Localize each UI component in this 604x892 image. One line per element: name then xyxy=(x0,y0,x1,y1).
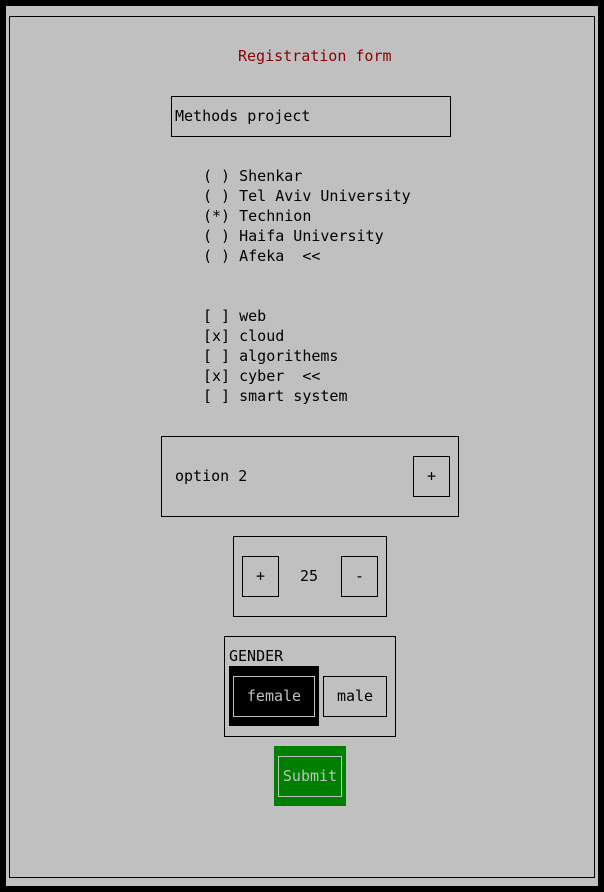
radio-mark: ( ) xyxy=(203,167,231,185)
checkbox-mark: [ ] xyxy=(203,387,231,405)
focus-cursor: << xyxy=(284,247,321,265)
checkbox-label: cloud xyxy=(239,327,285,345)
radio-option-afeka[interactable]: ( ) Afeka << xyxy=(203,246,411,266)
radio-option-tel-aviv-university[interactable]: ( ) Tel Aviv University xyxy=(203,186,411,206)
gender-male-button[interactable]: male xyxy=(323,676,387,717)
radio-label: Technion xyxy=(239,207,312,225)
checkbox-mark: [x] xyxy=(203,327,231,345)
radio-label: Afeka xyxy=(239,247,285,265)
gender-female-button[interactable]: female xyxy=(233,676,315,717)
checkbox-mark: [ ] xyxy=(203,307,231,325)
checkbox-mark: [x] xyxy=(203,367,231,385)
checkbox-option-web[interactable]: [ ] web xyxy=(203,306,348,326)
stepper-value: 25 xyxy=(300,567,319,585)
checkbox-mark: [ ] xyxy=(203,347,231,365)
stepper-decrement-button[interactable]: - xyxy=(341,556,378,597)
form-title: Registration form xyxy=(238,47,392,65)
focus-cursor: << xyxy=(284,367,321,385)
terminal-screen: Registration form Methods project ( ) Sh… xyxy=(0,0,604,892)
submit-button[interactable]: Submit xyxy=(278,756,342,797)
radio-option-shenkar[interactable]: ( ) Shenkar xyxy=(203,166,411,186)
topic-checkbox-group: [ ] web [x] cloud [ ] algorithems [x] cy… xyxy=(203,306,348,406)
checkbox-option-cyber[interactable]: [x] cyber << xyxy=(203,366,348,386)
radio-mark: ( ) xyxy=(203,187,231,205)
checkbox-label: cyber xyxy=(239,367,285,385)
radio-option-haifa-university[interactable]: ( ) Haifa University xyxy=(203,226,411,246)
checkbox-option-smart-system[interactable]: [ ] smart system xyxy=(203,386,348,406)
checkbox-label: smart system xyxy=(239,387,348,405)
project-name-value: Methods project xyxy=(175,107,311,125)
gender-label: GENDER xyxy=(229,647,284,665)
checkbox-label: algorithems xyxy=(239,347,339,365)
checkbox-option-cloud[interactable]: [x] cloud xyxy=(203,326,348,346)
dropdown-expand-button[interactable]: + xyxy=(413,456,450,497)
checkbox-label: web xyxy=(239,307,267,325)
radio-mark: ( ) xyxy=(203,247,231,265)
radio-label: Tel Aviv University xyxy=(239,187,411,205)
university-radio-group: ( ) Shenkar ( ) Tel Aviv University (*) … xyxy=(203,166,411,266)
checkbox-option-algorithems[interactable]: [ ] algorithems xyxy=(203,346,348,366)
radio-option-technion[interactable]: (*) Technion xyxy=(203,206,411,226)
dropdown-selected-value: option 2 xyxy=(175,467,248,485)
radio-mark: (*) xyxy=(203,207,231,225)
stepper-increment-button[interactable]: + xyxy=(242,556,279,597)
radio-mark: ( ) xyxy=(203,227,231,245)
radio-label: Shenkar xyxy=(239,167,303,185)
radio-label: Haifa University xyxy=(239,227,384,245)
